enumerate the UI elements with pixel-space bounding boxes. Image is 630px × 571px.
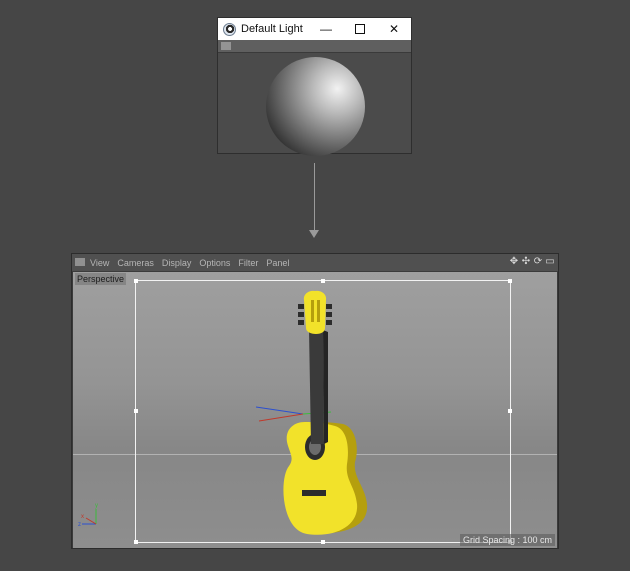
drag-grip-icon[interactable] — [75, 258, 85, 266]
gizmo-x-axis — [85, 517, 97, 525]
frame-handle[interactable] — [134, 540, 138, 544]
arrow-down-icon — [309, 230, 319, 238]
viewport-navigation: ✥ ✣ ⟳ ▭ — [509, 256, 555, 268]
cinema4d-app-icon — [223, 22, 236, 36]
default-light-window: Default Light — ✕ — [217, 17, 412, 156]
frame-handle[interactable] — [321, 279, 325, 283]
minimize-button[interactable]: — — [309, 18, 343, 40]
frame-handle[interactable] — [508, 409, 512, 413]
gizmo-z-label: z — [78, 522, 81, 528]
viewport-menu: View Cameras Display Options Filter Pane… — [90, 258, 297, 268]
frame-handle[interactable] — [508, 279, 512, 283]
menu-cameras[interactable]: Cameras — [117, 258, 154, 268]
viewport-window: View Cameras Display Options Filter Pane… — [71, 253, 559, 549]
menu-options[interactable]: Options — [199, 258, 230, 268]
drag-grip-icon[interactable] — [221, 42, 231, 50]
zoom-icon[interactable]: ✣ — [521, 256, 531, 268]
viewport-menubar: View Cameras Display Options Filter Pane… — [72, 254, 558, 271]
menu-display[interactable]: Display — [162, 258, 192, 268]
light-window-titlebar[interactable]: Default Light — ✕ — [218, 18, 411, 40]
frame-handle[interactable] — [321, 540, 325, 544]
flow-arrow-line — [314, 163, 315, 231]
maximize-icon — [355, 24, 365, 34]
rotate-icon[interactable]: ⟳ — [533, 256, 543, 268]
light-window-toolbar — [218, 40, 411, 53]
grid-spacing-label: Grid Spacing : 100 cm — [459, 534, 555, 546]
gizmo-x-label: x — [81, 514, 84, 520]
frame-handle[interactable] — [134, 409, 138, 413]
render-safe-frame[interactable] — [134, 279, 512, 544]
move-icon[interactable]: ✥ — [509, 256, 519, 268]
maximize-button[interactable] — [343, 18, 377, 40]
close-button[interactable]: ✕ — [377, 18, 411, 40]
menu-view[interactable]: View — [90, 258, 109, 268]
gizmo-y-label: y — [95, 503, 98, 509]
light-preview-sphere[interactable] — [266, 57, 365, 156]
light-window-title: Default Light — [241, 23, 303, 35]
frame-handle[interactable] — [134, 279, 138, 283]
viewport-canvas[interactable]: y z x Perspective Grid Spacing : 100 cm — [73, 272, 557, 548]
panel-toggle-icon[interactable]: ▭ — [545, 256, 555, 268]
menu-filter[interactable]: Filter — [238, 258, 258, 268]
camera-label[interactable]: Perspective — [75, 273, 127, 285]
menu-panel[interactable]: Panel — [266, 258, 289, 268]
